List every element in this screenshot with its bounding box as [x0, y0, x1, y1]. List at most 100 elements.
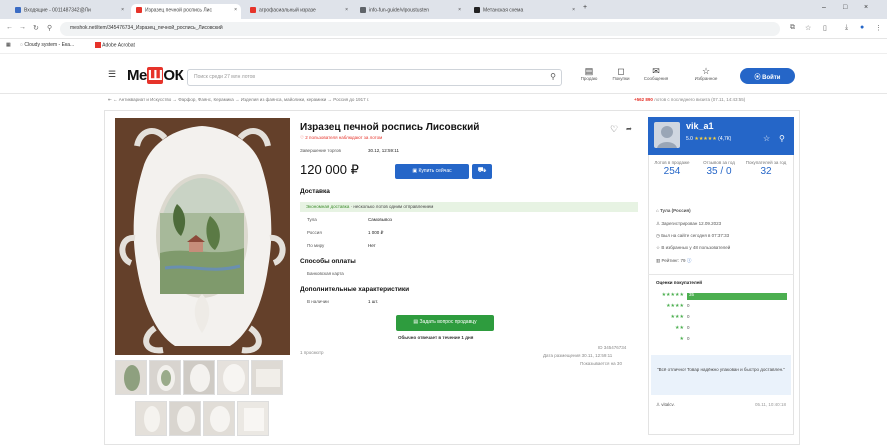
thumbnail[interactable] — [149, 360, 181, 395]
reviews-positive: 35 / 0 — [706, 166, 732, 177]
back-icon[interactable]: ← — [6, 24, 13, 31]
close-icon[interactable]: × — [572, 7, 575, 13]
thumbnail[interactable] — [237, 401, 269, 436]
info-icon[interactable]: ⓘ — [687, 258, 692, 263]
thumbnail[interactable] — [115, 360, 147, 395]
main-product-image[interactable] — [115, 118, 290, 355]
seller-location: ⌂ Тула (Россия) — [656, 208, 691, 213]
price: 120 000 ₽ — [300, 162, 359, 177]
thumb-tile-icon — [150, 361, 180, 394]
header-link-favorites[interactable]: ☆ Избранное — [693, 66, 719, 81]
url-field[interactable]: meshok.net/item/345476734_Изразец_печной… — [60, 22, 780, 36]
heart-icon[interactable]: ♡ — [610, 124, 618, 135]
delivery-row-value: 1 000 ₽ — [368, 230, 384, 235]
forward-icon[interactable]: → — [19, 24, 26, 31]
delivery-row-key: По миру — [307, 243, 325, 248]
review-author[interactable]: ♙ vitalcv. — [656, 402, 675, 408]
rating-row-count: 0 — [687, 325, 690, 330]
delivery-row-value: Самовывоз — [368, 217, 392, 222]
review-date: 05.11, 10:40:18 — [755, 402, 786, 407]
end-value: 30.12, 12:59:11 — [368, 148, 399, 153]
seller-name[interactable]: vik_a1 — [686, 121, 714, 131]
seller-rating: 5.0 ★★★★★ (4,7К) — [686, 136, 732, 142]
sidebar-icon[interactable]: ▯ — [823, 24, 827, 32]
bookmark-star-icon[interactable]: ☆ — [805, 24, 811, 32]
thumb-tile-icon — [238, 402, 268, 435]
thumb-tile-icon — [116, 361, 146, 394]
site-logo[interactable]: МеШОК — [127, 67, 184, 84]
delivery-row-key: Россия — [307, 230, 322, 235]
thumbnail[interactable] — [251, 360, 283, 395]
search-icon[interactable]: ⚲ — [550, 72, 556, 81]
new-tab-button[interactable]: + — [583, 4, 587, 11]
rating-row-stars: ★★★★ — [666, 303, 684, 309]
seller-registered: ♙ Зарегистрирован 12.09.2023 — [656, 221, 722, 226]
search-seller-icon[interactable]: ⚲ — [779, 134, 785, 143]
browser-tab-active[interactable]: Изразец печной роспись Лис × — [131, 4, 241, 19]
bookmark-item[interactable]: Adobe Acrobat — [95, 42, 135, 48]
browser-tab[interactable]: Метанская схема × — [469, 4, 579, 19]
stock-key: В наличии — [307, 299, 329, 304]
seller-last-seen: ◷ Был на сайте сегодня в 07:37:33 — [656, 233, 730, 238]
bag-icon: ◻ — [617, 66, 625, 76]
menu-icon[interactable]: ⋮ — [875, 24, 882, 32]
profile-icon[interactable]: ● — [860, 24, 864, 31]
thumb-tile-icon — [218, 361, 248, 394]
reload-icon[interactable]: ↻ — [33, 24, 39, 32]
avatar[interactable] — [654, 122, 680, 148]
cart-add-icon: ⛟ — [477, 167, 487, 174]
site-info-icon[interactable]: ⚲ — [47, 24, 52, 32]
star-icon: ☆ — [701, 66, 711, 76]
thumbnail[interactable] — [169, 401, 201, 436]
browser-tab[interactable]: info-fun-guide/vlpoustusten × — [355, 4, 465, 19]
divider — [648, 274, 794, 275]
seller-stat-buyers[interactable]: Покупателей за год 32 — [744, 160, 788, 177]
browser-tab[interactable]: Входящие - 0011487342@Ли × — [10, 4, 128, 19]
apps-icon[interactable]: ▦ — [6, 42, 11, 48]
seller-rating-score: ▥ Рейтинг: 79 ⓘ — [656, 258, 692, 263]
breadcrumb[interactable]: ⇤ ← Антиквариат и Искусство → Фарфор, Фа… — [108, 97, 369, 103]
ask-seller-button[interactable]: ▤ Задать вопрос продавцу — [396, 315, 494, 331]
thumb-tile-icon — [204, 402, 234, 435]
reply-note: Обычно отвечает в течение 1 дня — [398, 335, 474, 340]
stock-value: 1 шт. — [368, 299, 379, 304]
window-close-button[interactable]: × — [864, 4, 868, 11]
close-icon[interactable]: × — [121, 7, 124, 13]
add-to-cart-button[interactable]: ⛟ — [472, 164, 492, 179]
close-icon[interactable]: × — [458, 7, 461, 13]
delivery-promo: Экономная доставка · несколько лотов одн… — [300, 202, 638, 212]
address-bar-row: ← → ↻ ⚲ meshok.net/item/345476734_Изразе… — [0, 19, 887, 39]
thumbnail[interactable] — [183, 360, 215, 395]
minimize-button[interactable]: – — [822, 4, 826, 11]
extension-icon[interactable]: ⧉ — [790, 24, 795, 32]
seller-stat-reviews[interactable]: Отзывов за год 35 / 0 — [697, 160, 741, 177]
buy-now-button[interactable]: ▣ Купить сейчас — [395, 164, 469, 179]
ratings-title: Оценки покупателей — [656, 280, 702, 285]
page-title: Изразец печной роспись Лисовский — [300, 122, 480, 133]
back-arrow-icon[interactable]: ⇤ ← — [108, 97, 119, 102]
search-input[interactable]: Поиск среди 27 млн лотов ⚲ — [187, 69, 562, 86]
share-icon[interactable]: ➦ — [626, 125, 632, 133]
payment-value: Банковская карта — [307, 271, 344, 276]
close-icon[interactable]: × — [345, 7, 348, 13]
bookmark-item[interactable]: ◌ Cloudy system - Ека... — [20, 42, 74, 48]
header-link-messages[interactable]: ✉ Сообщения — [643, 66, 669, 81]
login-button[interactable]: ⦿ Войти — [740, 68, 795, 84]
seller-favorites: ☆ В избранных у 48 пользователей — [656, 245, 731, 250]
tile-illustration — [115, 118, 290, 355]
maximize-button[interactable]: □ — [843, 4, 847, 11]
favorite-seller-icon[interactable]: ☆ — [763, 134, 770, 143]
rating-stars-icon: ★★★★★ — [694, 136, 717, 142]
end-label: Завершение торгов — [300, 148, 341, 153]
download-icon[interactable]: ⤓ — [845, 24, 848, 32]
promo-line: +562 890 лотов с последнего визита (07.1… — [634, 97, 746, 102]
seller-stat-lots[interactable]: Лотов в продаже 254 — [650, 160, 694, 177]
thumbnail[interactable] — [203, 401, 235, 436]
hamburger-icon[interactable]: ☰ — [108, 69, 116, 80]
browser-tab[interactable]: агрофасиальный изразе × — [245, 4, 352, 19]
header-link-purchases[interactable]: ◻ Покупки — [608, 66, 634, 81]
close-icon[interactable]: × — [234, 7, 237, 13]
header-link-sell[interactable]: ▤ Продаю — [576, 66, 602, 81]
thumbnail[interactable] — [217, 360, 249, 395]
thumbnail[interactable] — [135, 401, 167, 436]
